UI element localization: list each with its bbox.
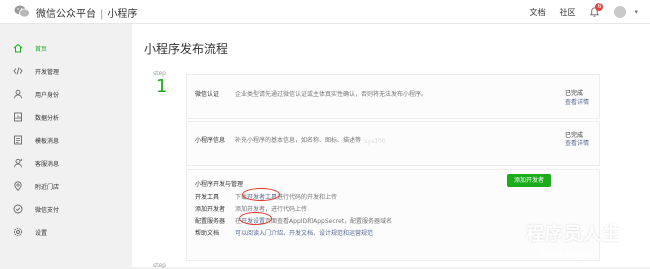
sidebar-item-label: 数据分析	[35, 114, 60, 122]
step-number: 1	[156, 76, 168, 97]
page-title: 小程序发布流程	[144, 42, 229, 56]
step-label: step	[153, 262, 166, 269]
annotation-circle	[239, 212, 272, 225]
info-desc: 补充小程序的基本信息，如名称、图标、描述等	[235, 137, 362, 144]
dev-row-desc: 添加开发者，进行代码上传	[235, 206, 308, 213]
community-link[interactable]: 社区	[559, 7, 575, 18]
sidebar-item-label: 用户身份	[35, 91, 60, 99]
sidebar-item-home[interactable]: 首页	[0, 38, 132, 58]
help-docs-links[interactable]: 可以阅读入门介绍、开发文档、设计规范和运营规范	[235, 228, 373, 237]
annotation-circle	[242, 188, 280, 201]
info-title: 小程序信息	[195, 137, 226, 144]
sidebar-item-analytics[interactable]: 数据分析	[0, 107, 132, 127]
sidebar-item-label: 开发管理	[35, 68, 60, 76]
code-icon	[13, 67, 23, 75]
template-icon	[14, 135, 22, 145]
sidebar-item-user-identity[interactable]: 用户身份	[0, 84, 132, 104]
sidebar-item-label: 附近门店	[35, 183, 60, 191]
dev-row-post: 进行代码的开发和上传	[277, 194, 338, 201]
chevron-down-icon[interactable]: ▾	[634, 8, 638, 16]
home-icon	[13, 43, 23, 53]
dev-row-label: 配置服务器	[195, 218, 226, 225]
location-icon	[14, 181, 22, 191]
watermark-url: www.wlyu.com	[541, 250, 609, 260]
user-icon	[14, 89, 22, 99]
sidebar-item-template-messages[interactable]: 模板消息	[0, 130, 132, 150]
verify-status: 已完成	[565, 90, 584, 97]
settings-icon	[13, 227, 23, 237]
sidebar-item-label: 首页	[35, 45, 48, 53]
verify-desc: 企业类型请先通过微信认证或主体真实性确认，否则将无法发布小程序。	[235, 91, 428, 98]
verify-card: 微信认证 企业类型请先通过微信认证或主体真实性确认，否则将无法发布小程序。 已完…	[186, 74, 600, 119]
dev-title: 小程序开发与管理	[195, 181, 244, 188]
sidebar-item-customer-service[interactable]: 客服消息	[0, 153, 132, 173]
top-bar: 微信公众平台 | 小程序 文档 社区 6 ▾	[0, 0, 650, 24]
dev-row-label: 开发工具	[195, 194, 220, 201]
payment-icon	[13, 204, 23, 214]
info-faint-text: xys100	[364, 138, 386, 145]
top-right-nav: 文档 社区 6 ▾	[515, 2, 638, 18]
sidebar: 首页 开发管理 用户身份 数据分析 模板消息 客服消息 附近门店 微信支付 设置	[0, 24, 132, 267]
sidebar-item-wechat-pay[interactable]: 微信支付	[0, 199, 132, 219]
add-developer-button[interactable]: 添加开发者	[507, 174, 551, 187]
sidebar-item-label: 模板消息	[35, 137, 60, 145]
sidebar-item-dev-management[interactable]: 开发管理	[0, 61, 132, 81]
info-detail-link[interactable]: 查看详情	[565, 138, 589, 147]
sidebar-item-label: 微信支付	[35, 206, 60, 214]
watermark-text: 程序员人生	[526, 224, 621, 245]
avatar[interactable]	[614, 6, 627, 18]
sidebar-item-label: 客服消息	[35, 160, 60, 168]
docs-link[interactable]: 文档	[529, 7, 545, 18]
customer-service-icon	[14, 158, 23, 168]
dev-row-post: 页面查看AppID和AppSecret，配置服务器域名	[265, 218, 393, 225]
dev-row-label: 帮助文档	[195, 230, 220, 237]
brand-separator: |	[100, 9, 104, 20]
dev-row-label: 添加开发者	[195, 206, 226, 213]
notification-button[interactable]: 6	[589, 2, 604, 18]
section-name: 小程序	[107, 9, 138, 20]
sidebar-item-nearby-stores[interactable]: 附近门店	[0, 176, 132, 196]
sidebar-item-label: 设置	[35, 229, 48, 237]
platform-name[interactable]: 微信公众平台	[36, 9, 96, 20]
verify-title: 微信认证	[195, 91, 220, 98]
sidebar-item-settings[interactable]: 设置	[0, 222, 132, 242]
chart-icon	[14, 112, 22, 122]
info-card: 小程序信息 补充小程序的基本信息，如名称、图标、描述等 xys100 已完成 查…	[186, 121, 600, 166]
verify-detail-link[interactable]: 查看详情	[565, 97, 589, 106]
notification-badge: 6	[595, 2, 604, 11]
wechat-logo-icon	[14, 5, 30, 18]
brand: 微信公众平台 | 小程序	[36, 5, 137, 20]
